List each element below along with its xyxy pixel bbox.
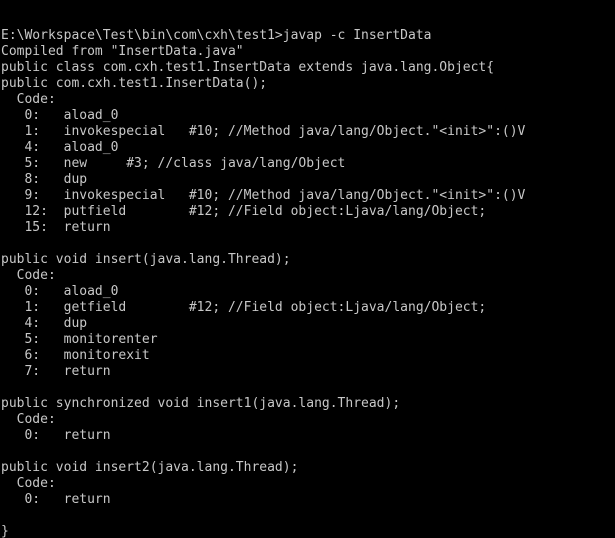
output-line: 1: getfield #12; //Field object:Ljava/la… xyxy=(1,300,487,315)
output-line: Code: xyxy=(1,92,56,107)
output-line: Code: xyxy=(1,476,56,491)
output-line: 0: return xyxy=(1,428,111,443)
output-line: 8: dup xyxy=(1,172,88,187)
output-line: 7: return xyxy=(1,364,111,379)
output-line: 0: aload_0 xyxy=(1,108,119,123)
output-line: 5: monitorenter xyxy=(1,332,158,347)
javap-output: Compiled from "InsertData.java" public cl… xyxy=(1,44,615,538)
output-line: 0: return xyxy=(1,492,111,507)
output-line: 5: new #3; //class java/lang/Object xyxy=(1,156,346,171)
output-line: 6: monitorexit xyxy=(1,348,150,363)
output-line: Compiled from "InsertData.java" xyxy=(1,44,244,59)
output-line: public com.cxh.test1.InsertData(); xyxy=(1,76,268,91)
output-line: 4: dup xyxy=(1,316,88,331)
output-line: public class com.cxh.test1.InsertData ex… xyxy=(1,60,495,75)
output-line: 4: aload_0 xyxy=(1,140,119,155)
output-line: 12: putfield #12; //Field object:Ljava/l… xyxy=(1,204,487,219)
output-line: Code: xyxy=(1,268,56,283)
output-line: 9: invokespecial #10; //Method java/lang… xyxy=(1,188,526,203)
output-line: public void insert(java.lang.Thread); xyxy=(1,252,291,267)
command-prompt-line: E:\Workspace\Test\bin\com\cxh\test1>java… xyxy=(1,28,432,43)
output-line: 15: return xyxy=(1,220,111,235)
console-output-area[interactable]: E:\Workspace\Test\bin\com\cxh\test1>java… xyxy=(0,0,615,538)
output-line: public synchronized void insert1(java.la… xyxy=(1,396,401,411)
output-line: 1: invokespecial #10; //Method java/lang… xyxy=(1,124,526,139)
output-line: 0: aload_0 xyxy=(1,284,119,299)
output-line: Code: xyxy=(1,412,56,427)
output-line: public void insert2(java.lang.Thread); xyxy=(1,460,299,475)
output-line: } xyxy=(1,524,9,538)
